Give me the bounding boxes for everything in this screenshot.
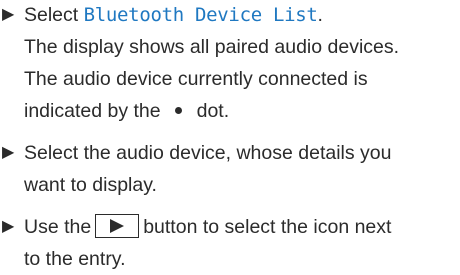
step-2-line-1: Select the audio device, whose details y…	[24, 142, 392, 164]
step-select-bluetooth-device-list: ▶ Select Bluetooth Device List. The disp…	[0, 0, 460, 127]
play-button-icon	[95, 213, 140, 238]
step-1-suffix: .	[317, 4, 323, 26]
step-3-after-button: button to select the icon next	[143, 216, 392, 238]
instruction-document: ▶ Select Bluetooth Device List. The disp…	[0, 0, 460, 270]
step-1-line-3: The audio device currently connected is	[24, 68, 368, 90]
step-3-before-button: Use the	[24, 216, 92, 238]
step-use-play-button: ▶ Use the button to select the icon next …	[0, 211, 460, 275]
bullet-arrow-icon: ▶	[2, 218, 15, 235]
step-2-line-2: want to display.	[24, 174, 157, 196]
step-1-line-4-after: dot.	[196, 100, 230, 122]
step-1-line-4: indicated by the dot.	[24, 95, 460, 127]
bullet-arrow-icon: ▶	[2, 144, 15, 161]
step-3-line-2: to the entry.	[24, 248, 126, 270]
connected-dot-icon	[161, 95, 197, 127]
step-1-line-1: Select Bluetooth Device List.	[24, 0, 460, 31]
menu-item-bluetooth-device-list: Bluetooth Device List	[83, 4, 318, 26]
step-select-audio-device: ▶ Select the audio device, whose details…	[0, 137, 460, 201]
step-1-prefix: Select	[24, 4, 84, 26]
step-1-line-4-before: indicated by the	[24, 100, 161, 122]
step-3-line-1: Use the button to select the icon next	[24, 211, 460, 243]
step-1-line-2: The display shows all paired audio devic…	[24, 36, 400, 58]
bullet-arrow-icon: ▶	[2, 6, 15, 23]
